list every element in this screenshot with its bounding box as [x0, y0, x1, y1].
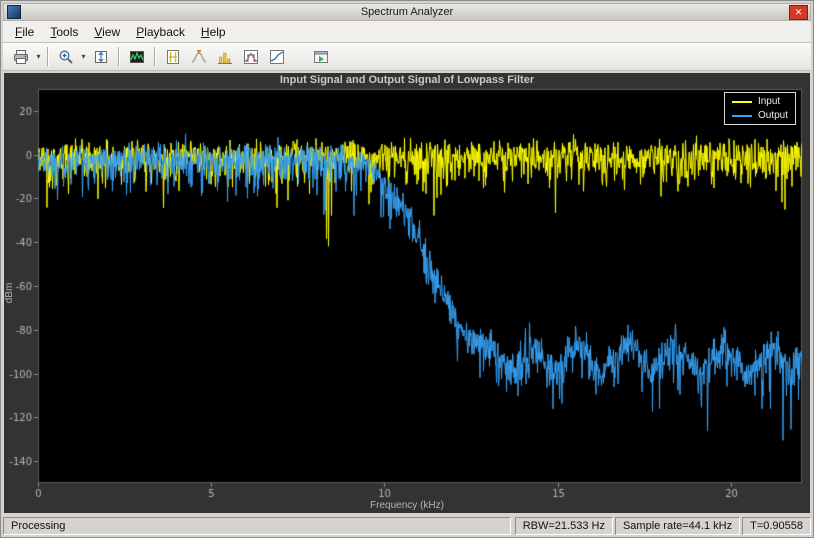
spectrum-icon — [129, 49, 145, 65]
ccdf-measurements-button[interactable] — [264, 44, 290, 69]
peak-finder-button[interactable] — [186, 44, 212, 69]
toolbar-separator — [118, 47, 120, 66]
magnifier-plus-icon — [58, 49, 74, 65]
output-line-swatch — [732, 115, 752, 117]
status-time: T=0.90558 — [742, 517, 811, 535]
print-dropdown-caret-icon[interactable]: ▾ — [34, 52, 43, 61]
toolbar: ▾ ▾ — [3, 43, 811, 71]
ccdf-curve-icon — [269, 49, 285, 65]
legend[interactable]: Input Output — [724, 92, 796, 125]
plot-title: Input Signal and Output Signal of Lowpas… — [4, 74, 810, 86]
menu-view[interactable]: View — [86, 23, 128, 41]
spectrum-plot-canvas[interactable] — [4, 73, 810, 513]
toolbar-separator — [154, 47, 156, 66]
legend-entry-output: Output — [732, 110, 788, 121]
menu-tools[interactable]: Tools — [42, 23, 86, 41]
cursor-measurements-icon — [165, 49, 181, 65]
print-button[interactable] — [8, 44, 34, 69]
titlebar: Spectrum Analyzer ✕ — [3, 3, 811, 21]
peak-finder-icon — [191, 49, 207, 65]
menubar: File Tools View Playback Help — [3, 21, 811, 43]
legend-label-output: Output — [758, 110, 788, 121]
status-processing: Processing — [3, 517, 511, 535]
statusbar: Processing RBW=21.533 Hz Sample rate=44.… — [3, 515, 811, 535]
run-window-icon — [313, 49, 329, 65]
menu-playback[interactable]: Playback — [128, 23, 193, 41]
toolbar-separator — [47, 47, 49, 66]
legend-label-input: Input — [758, 96, 780, 107]
close-button[interactable]: ✕ — [789, 5, 808, 20]
distortion-bars-icon — [217, 49, 233, 65]
status-rbw: RBW=21.533 Hz — [515, 517, 613, 535]
menu-help[interactable]: Help — [193, 23, 234, 41]
distortion-measurements-button[interactable] — [212, 44, 238, 69]
app-icon — [7, 5, 21, 19]
fit-to-view-button[interactable] — [88, 44, 114, 69]
spectral-mask-icon — [243, 49, 259, 65]
y-axis-label: dBm — [4, 283, 15, 304]
spectrum-settings-button[interactable] — [124, 44, 150, 69]
plot-area: Input Signal and Output Signal of Lowpas… — [4, 73, 810, 513]
fit-to-view-icon — [93, 49, 109, 65]
menu-file[interactable]: File — [7, 23, 42, 41]
zoom-in-button[interactable] — [53, 44, 79, 69]
printer-icon — [13, 49, 29, 65]
input-line-swatch — [732, 101, 752, 103]
x-axis-label: Frequency (kHz) — [4, 500, 810, 511]
spectral-mask-button[interactable] — [238, 44, 264, 69]
status-sample-rate: Sample rate=44.1 kHz — [615, 517, 740, 535]
playback-run-button[interactable] — [308, 44, 334, 69]
spectrum-analyzer-window: Spectrum Analyzer ✕ File Tools View Play… — [0, 0, 814, 538]
cursor-measurements-button[interactable] — [160, 44, 186, 69]
window-title: Spectrum Analyzer — [4, 6, 810, 18]
legend-entry-input: Input — [732, 96, 788, 107]
zoom-dropdown-caret-icon[interactable]: ▾ — [79, 52, 88, 61]
